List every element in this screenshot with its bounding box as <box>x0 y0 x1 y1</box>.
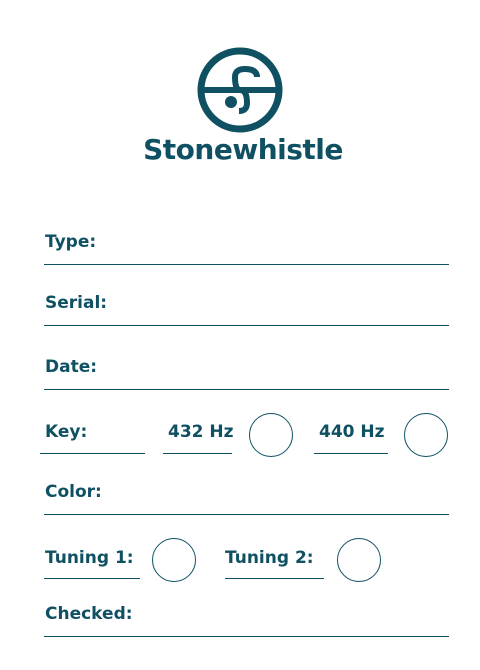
tuning2-underline <box>225 578 324 579</box>
key-field[interactable] <box>40 453 145 454</box>
tuning1-checkbox[interactable] <box>152 538 196 582</box>
serial-field[interactable] <box>44 325 449 326</box>
hz440-label: 440 Hz <box>319 422 385 442</box>
tuning2-label: Tuning 2: <box>225 548 314 568</box>
key-label: Key: <box>45 422 88 442</box>
tuning1-underline <box>44 578 140 579</box>
checked-field[interactable] <box>44 636 449 637</box>
color-field[interactable] <box>44 514 449 515</box>
type-field[interactable] <box>44 264 449 265</box>
tuning2-checkbox[interactable] <box>337 538 381 582</box>
type-label: Type: <box>45 232 97 252</box>
brand-name: Stonewhistle <box>143 133 343 166</box>
hz440-underline <box>314 453 388 454</box>
hz440-checkbox[interactable] <box>404 413 448 457</box>
checked-label: Checked: <box>45 604 133 624</box>
tuning1-label: Tuning 1: <box>45 548 134 568</box>
date-label: Date: <box>45 357 98 377</box>
hz432-checkbox[interactable] <box>249 413 293 457</box>
hz432-underline <box>163 453 232 454</box>
color-label: Color: <box>45 482 102 502</box>
stonewhistle-logo-icon <box>197 47 283 133</box>
hz432-label: 432 Hz <box>168 422 234 442</box>
date-field[interactable] <box>44 389 449 390</box>
serial-label: Serial: <box>45 293 108 313</box>
